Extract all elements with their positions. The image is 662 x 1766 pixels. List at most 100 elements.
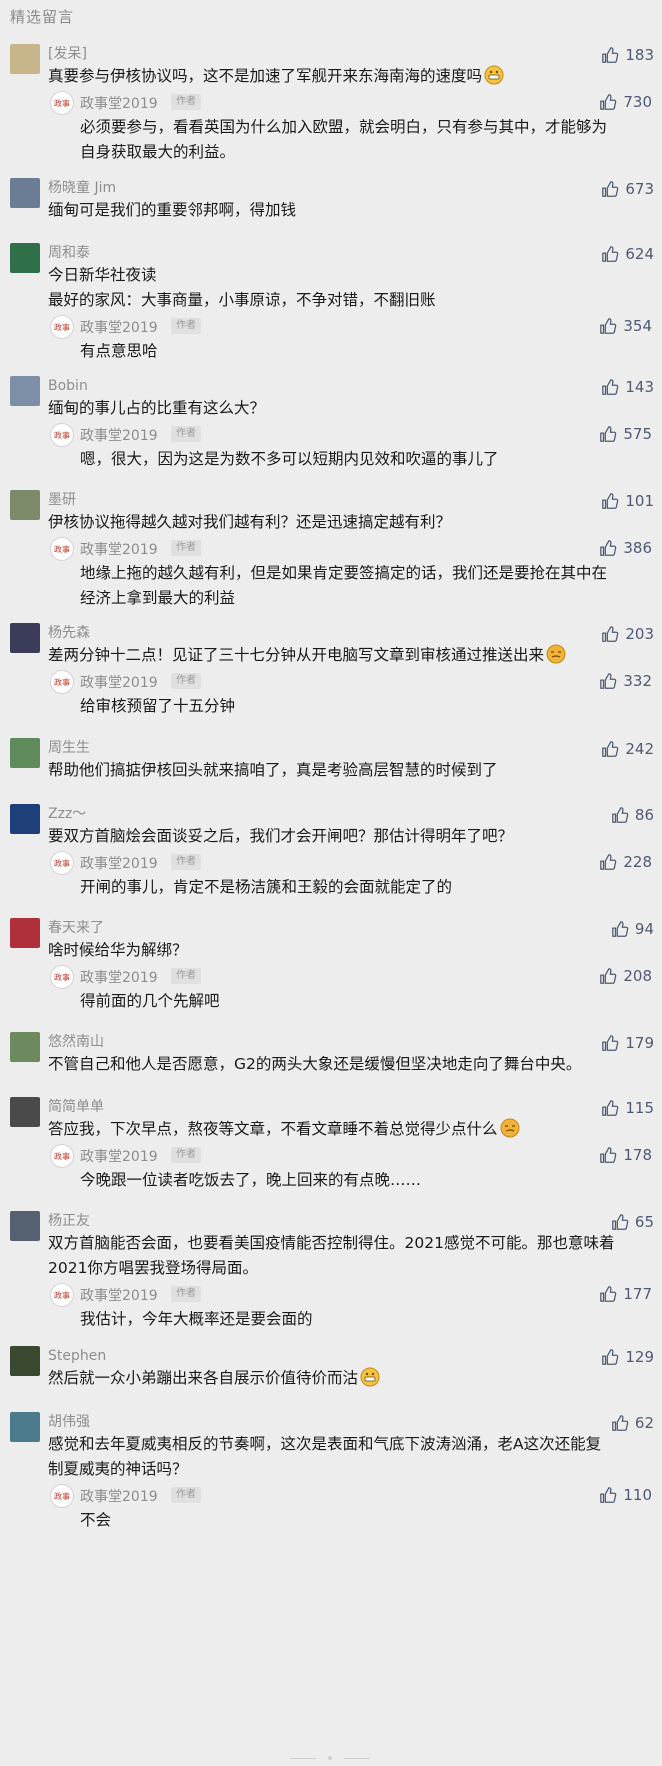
like-button[interactable]: 242	[601, 738, 654, 760]
comment-nickname: 杨先森	[48, 625, 90, 641]
thumbs-up-icon	[602, 626, 619, 642]
author-avatar: 政事	[50, 1484, 74, 1508]
like-count: 624	[625, 245, 654, 263]
like-count: 183	[625, 46, 654, 64]
comment-text: 缅甸可是我们的重要邻邦啊，得加钱	[48, 201, 297, 219]
like-button[interactable]: 115	[601, 1097, 654, 1119]
reply-text: 不会	[80, 1511, 112, 1529]
avatar[interactable]	[10, 490, 40, 520]
author-badge: 作者	[171, 426, 201, 442]
thumbs-up-icon	[600, 1147, 617, 1163]
reply-text: 给审核预留了十五分钟	[80, 697, 236, 715]
grin-emoji-icon	[484, 65, 504, 85]
bottom-indicator	[290, 1756, 370, 1760]
like-button[interactable]: 65	[611, 1211, 654, 1233]
reply-text: 我估计，今年大概率还是要会面的	[80, 1310, 313, 1328]
like-count: 332	[623, 672, 652, 690]
thumbs-up-icon	[612, 807, 629, 823]
reply-like-button[interactable]: 730	[599, 91, 652, 113]
like-button[interactable]: 86	[611, 804, 654, 826]
like-button[interactable]: 203	[601, 623, 654, 645]
like-button[interactable]: 673	[601, 178, 654, 200]
avatar[interactable]	[10, 1412, 40, 1442]
comment-nickname: 墨研	[48, 492, 76, 508]
like-count: 86	[634, 806, 654, 824]
like-count: 386	[623, 539, 652, 557]
like-button[interactable]: 129	[601, 1346, 654, 1368]
avatar[interactable]	[10, 1346, 40, 1376]
reply-like-button[interactable]: 228	[599, 851, 652, 873]
comment-nickname: [发呆]	[48, 46, 87, 62]
reply-like-button[interactable]: 177	[599, 1283, 652, 1305]
comment-nickname: Zzz～	[48, 806, 87, 822]
like-button[interactable]: 179	[601, 1032, 654, 1054]
reply-like-button[interactable]: 575	[599, 423, 652, 445]
like-count: 177	[623, 1285, 652, 1303]
comment-nickname: 悠然南山	[48, 1034, 104, 1050]
avatar[interactable]	[10, 1032, 40, 1062]
thumbs-up-icon	[602, 1035, 619, 1051]
like-count: 242	[625, 740, 654, 758]
reply-text: 得前面的几个先解吧	[80, 992, 220, 1010]
comment-nickname: 简简单单	[48, 1099, 104, 1115]
author-badge: 作者	[171, 318, 201, 334]
avatar[interactable]	[10, 738, 40, 768]
author-avatar: 政事	[50, 423, 74, 447]
like-count: 730	[623, 93, 652, 111]
thumbs-up-icon	[600, 426, 617, 442]
like-count: 178	[623, 1146, 652, 1164]
comment-text: 然后就一众小弟蹦出来各自展示价值待价而沽	[48, 1366, 648, 1391]
reply-like-button[interactable]: 110	[599, 1484, 652, 1506]
thumbs-up-icon	[602, 493, 619, 509]
comment-text: 今日新华社夜读 最好的家风：大事商量，小事原谅，不争对错，不翻旧账	[48, 266, 436, 309]
comment-nickname: Stephen	[48, 1348, 107, 1364]
reply-like-button[interactable]: 332	[599, 670, 652, 692]
comment-nickname: 杨正友	[48, 1213, 90, 1229]
author-badge: 作者	[171, 1286, 201, 1302]
like-count: 129	[625, 1348, 654, 1366]
reply-like-button[interactable]: 354	[599, 315, 652, 337]
author-name: 政事堂2019	[80, 1149, 158, 1165]
thumbs-up-icon	[600, 94, 617, 110]
comment-text: 双方首脑能否会面，也要看美国疫情能否控制得住。2021感觉不可能。那也意味着 2…	[48, 1234, 615, 1277]
reply-like-button[interactable]: 386	[599, 537, 652, 559]
thumbs-up-icon	[612, 1214, 629, 1230]
reply-like-button[interactable]: 178	[599, 1144, 652, 1166]
avatar[interactable]	[10, 623, 40, 653]
like-count: 203	[625, 625, 654, 643]
like-button[interactable]: 94	[611, 918, 654, 940]
comment-text: 真要参与伊核协议吗，这不是加速了军舰开来东海南海的速度吗	[48, 64, 648, 89]
author-badge: 作者	[171, 854, 201, 870]
like-count: 62	[634, 1414, 654, 1432]
author-badge: 作者	[171, 540, 201, 556]
author-badge: 作者	[171, 968, 201, 984]
thumbs-up-icon	[602, 1100, 619, 1116]
like-button[interactable]: 143	[601, 376, 654, 398]
avatar[interactable]	[10, 178, 40, 208]
like-count: 228	[623, 853, 652, 871]
thumbs-up-icon	[600, 1487, 617, 1503]
avatar[interactable]	[10, 1097, 40, 1127]
like-button[interactable]: 183	[601, 44, 654, 66]
author-name: 政事堂2019	[80, 675, 158, 691]
avatar[interactable]	[10, 243, 40, 273]
reply-like-button[interactable]: 208	[599, 965, 652, 987]
like-button[interactable]: 624	[601, 243, 654, 265]
reply-text: 开闸的事儿，肯定不是杨洁篪和王毅的会面就能定了的	[80, 878, 453, 896]
avatar[interactable]	[10, 44, 40, 74]
avatar[interactable]	[10, 376, 40, 406]
like-button[interactable]: 62	[611, 1412, 654, 1434]
like-button[interactable]: 101	[601, 490, 654, 512]
author-avatar: 政事	[50, 1144, 74, 1168]
reply-text: 必须要参与，看看英国为什么加入欧盟，就会明白，只有参与其中，才能够为 自身获取最…	[80, 118, 608, 161]
comment-nickname: 周生生	[48, 740, 90, 756]
like-count: 101	[625, 492, 654, 510]
avatar[interactable]	[10, 1211, 40, 1241]
avatar[interactable]	[10, 918, 40, 948]
reply-text: 嗯，很大，因为这是为数不多可以短期内见效和吹逼的事儿了	[80, 450, 499, 468]
like-count: 673	[625, 180, 654, 198]
avatar[interactable]	[10, 804, 40, 834]
author-name: 政事堂2019	[80, 428, 158, 444]
comment-nickname: 杨晓童 Jim	[48, 180, 117, 196]
author-avatar: 政事	[50, 315, 74, 339]
